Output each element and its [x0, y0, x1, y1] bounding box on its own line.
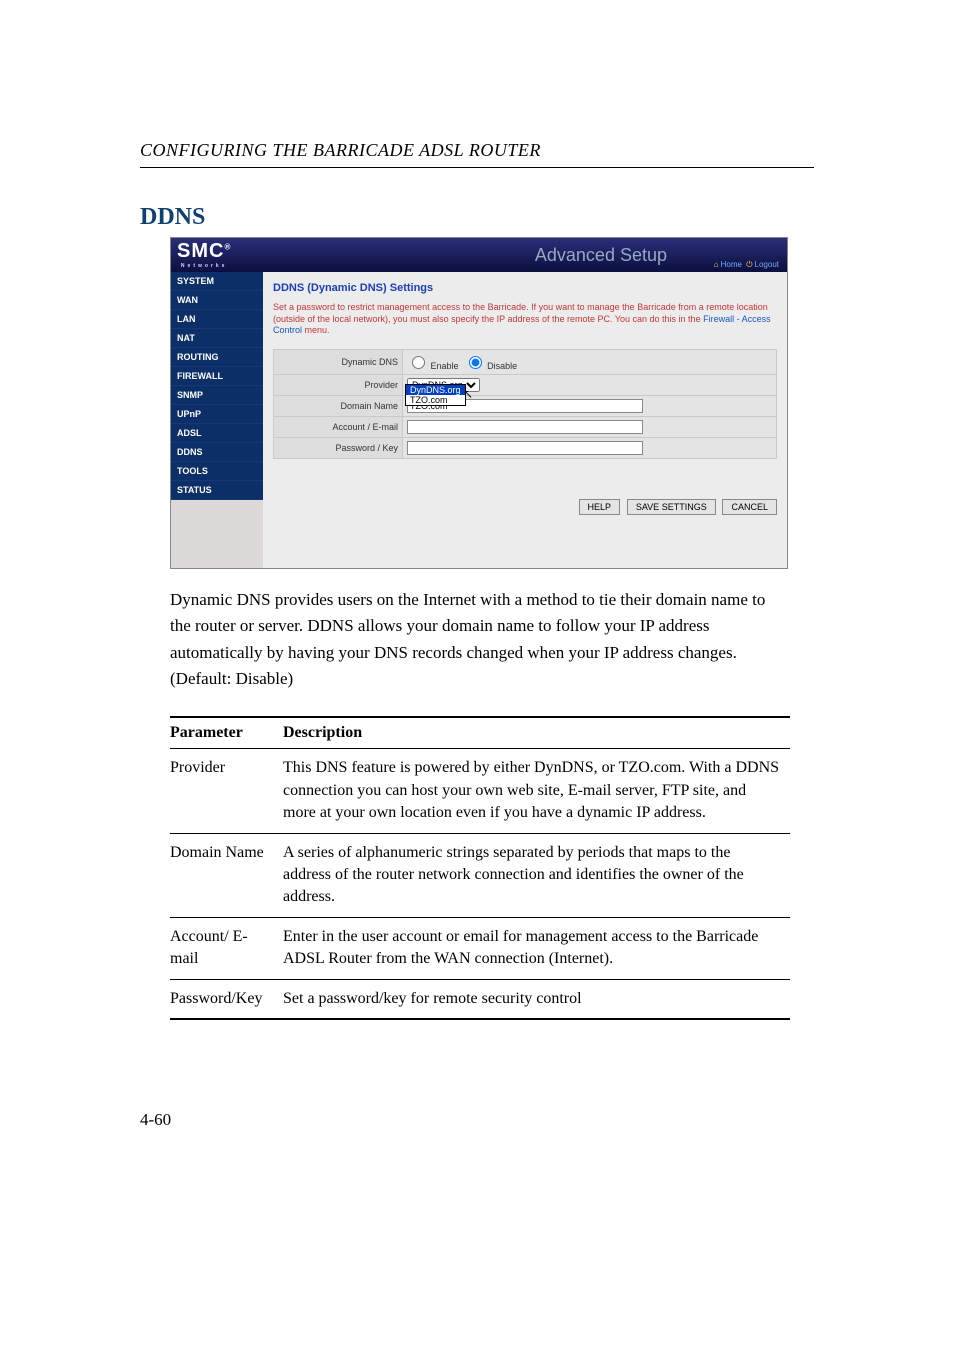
parameters-table: Parameter Description Provider This DNS …: [170, 716, 790, 1020]
dynamic-dns-label: Dynamic DNS: [274, 350, 403, 375]
logo-text: SMC: [177, 240, 224, 262]
disable-text: Disable: [487, 361, 517, 371]
dynamic-dns-enable-radio[interactable]: [412, 356, 425, 369]
ddns-description-paragraph: Dynamic DNS provides users on the Intern…: [170, 587, 790, 692]
cancel-button[interactable]: CANCEL: [722, 499, 777, 515]
section-heading: DDNS: [140, 204, 814, 231]
desc-domain-name: A series of alphanumeric strings separat…: [283, 833, 790, 917]
dropdown-option-tzo[interactable]: TZO.com: [406, 395, 465, 405]
ddns-settings-heading: DDNS (Dynamic DNS) Settings: [273, 282, 777, 294]
ddns-note: Set a password to restrict management ac…: [273, 302, 777, 337]
col-description: Description: [283, 717, 790, 749]
dropdown-option-dyndns[interactable]: DynDNS.org: [406, 385, 465, 395]
param-domain-name: Domain Name: [170, 833, 283, 917]
desc-account: Enter in the user account or email for m…: [283, 917, 790, 979]
password-input[interactable]: [407, 441, 643, 455]
nav-ddns[interactable]: DDNS: [171, 443, 263, 462]
nav-adsl[interactable]: ADSL: [171, 424, 263, 443]
screenshot-title: Advanced Setup: [535, 245, 667, 266]
nav-routing[interactable]: ROUTING: [171, 348, 263, 367]
home-link[interactable]: Home: [721, 260, 742, 269]
desc-provider: This DNS feature is powered by either Dy…: [283, 749, 790, 833]
nav-nat[interactable]: NAT: [171, 329, 263, 348]
nav-tools[interactable]: TOOLS: [171, 462, 263, 481]
logo-subtext: Networks: [177, 263, 231, 269]
note-post: menu.: [302, 325, 330, 335]
smc-logo: SMC® Networks: [177, 240, 231, 269]
account-label: Account / E-mail: [274, 417, 403, 438]
nav-upnp[interactable]: UPnP: [171, 405, 263, 424]
nav-system[interactable]: SYSTEM: [171, 272, 263, 291]
screenshot-main: DDNS (Dynamic DNS) Settings Set a passwo…: [263, 272, 787, 568]
note-pre: Set a password to restrict management ac…: [273, 302, 768, 324]
dynamic-dns-value: Enable Disable: [403, 350, 777, 375]
param-account: Account/ E-mail: [170, 917, 283, 979]
home-icon: ⌂: [714, 260, 719, 269]
dynamic-dns-disable-radio[interactable]: [469, 356, 482, 369]
provider-label: Provider: [274, 375, 403, 396]
button-row: HELP SAVE SETTINGS CANCEL: [273, 499, 777, 515]
param-provider: Provider: [170, 749, 283, 833]
domain-name-label: Domain Name: [274, 396, 403, 417]
logout-icon: ⏻: [746, 260, 752, 269]
header-links: ⌂Home ⏻Logout: [712, 260, 779, 270]
header-rule: [140, 167, 814, 168]
nav-snmp[interactable]: SNMP: [171, 386, 263, 405]
desc-password: Set a password/key for remote security c…: [283, 979, 790, 1019]
side-nav: SYSTEM WAN LAN NAT ROUTING FIREWALL SNMP…: [171, 272, 263, 500]
nav-firewall[interactable]: FIREWALL: [171, 367, 263, 386]
provider-dropdown[interactable]: DynDNS.org TZO.com: [405, 384, 466, 406]
running-header: CONFIGURING THE BARRICADE ADSL ROUTER: [140, 140, 814, 161]
logout-link[interactable]: Logout: [755, 260, 779, 269]
param-password: Password/Key: [170, 979, 283, 1019]
account-input[interactable]: [407, 420, 643, 434]
nav-status[interactable]: STATUS: [171, 481, 263, 500]
router-screenshot: SMC® Networks Advanced Setup ⌂Home ⏻Logo…: [170, 237, 788, 569]
col-parameter: Parameter: [170, 717, 283, 749]
nav-wan[interactable]: WAN: [171, 291, 263, 310]
help-button[interactable]: HELP: [579, 499, 621, 515]
nav-lan[interactable]: LAN: [171, 310, 263, 329]
ddns-form: Dynamic DNS Enable Disable Provider DynD…: [273, 349, 777, 459]
page-number: 4-60: [140, 1110, 814, 1130]
enable-text: Enable: [431, 361, 459, 371]
screenshot-header: SMC® Networks Advanced Setup ⌂Home ⏻Logo…: [171, 238, 787, 272]
save-settings-button[interactable]: SAVE SETTINGS: [627, 499, 716, 515]
password-label: Password / Key: [274, 438, 403, 459]
